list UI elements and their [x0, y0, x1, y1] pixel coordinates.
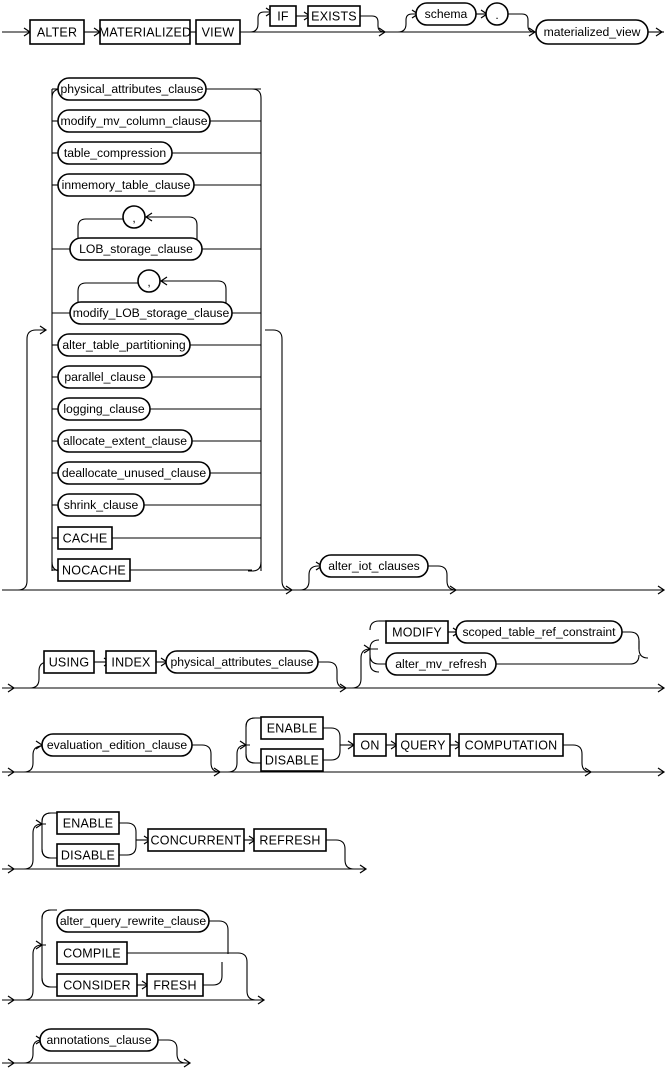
nonterminal-label-modify-mv-column-clause: modify_mv_column_clause	[61, 114, 208, 128]
keyword-label-computation: COMPUTATION	[465, 739, 558, 753]
nonterminal-label-alter-mv-refresh: alter_mv_refresh	[395, 657, 486, 671]
row-5-group: ENABLE DISABLE CONCURRENT REFRESH	[2, 811, 368, 874]
nonterminal-label-evaluation-edition-clause: evaluation_edition_clause	[47, 738, 187, 752]
nonterminal-label-materialized-view: materialized_view	[544, 25, 641, 39]
enable-join-top	[323, 727, 341, 745]
nonterminal-label-physical-attributes-clause: physical_attributes_clause	[61, 82, 204, 96]
keyword-label-enable: ENABLE	[267, 722, 318, 736]
concurrent-branch-up	[23, 823, 46, 870]
nonterminal-label-modify-lob-storage-clause: modify_LOB_storage_clause	[73, 306, 230, 320]
outer-top-right-curve	[265, 329, 283, 340]
row-3-group: USING INDEX physical_attributes_clause M…	[2, 620, 666, 693]
conc-choice-top-curve	[41, 812, 57, 823]
rewrite-exit-top	[209, 920, 229, 954]
literal-label-comma-modify-lob: ,	[147, 275, 150, 289]
keyword-label-query: QUERY	[400, 739, 446, 753]
choice-bottom-curve	[369, 654, 386, 665]
enable-choice-left-rail	[245, 717, 256, 764]
enable-choice-bottom-curve	[245, 753, 261, 764]
keyword-label-using: USING	[49, 656, 90, 670]
conc-choice-left-rail	[41, 812, 52, 859]
using-branch-down	[318, 661, 347, 689]
literal-label-dot: .	[495, 8, 498, 22]
row-2-group: physical_attributes_clause modify_mv_col…	[2, 77, 666, 595]
row-7-group: annotations_clause	[2, 1028, 192, 1068]
annotations-branch-down	[158, 1039, 187, 1064]
keyword-label-disable-2: DISABLE	[61, 849, 115, 863]
keyword-label-enable-2: ENABLE	[63, 817, 114, 831]
rewrite-branch-up	[23, 944, 46, 1001]
inner-top-right-curve	[248, 88, 262, 99]
keyword-label-alter: ALTER	[37, 26, 77, 40]
nonterminal-label-inmemory-table-clause: inmemory_table_clause	[62, 178, 191, 192]
keyword-label-modify: MODIFY	[392, 626, 442, 640]
nonterminal-label-allocate-extent-clause: allocate_extent_clause	[63, 434, 187, 448]
keyword-label-if: IF	[277, 10, 289, 24]
nonterminal-label-logging-clause: logging_clause	[63, 402, 145, 416]
if-branch-up	[249, 11, 272, 33]
keyword-label-on: ON	[360, 739, 379, 753]
outer-left-rail	[2, 329, 46, 591]
row-1-group: ALTER MATERIALIZED VIEW IF EXISTS schema	[2, 2, 664, 45]
nonterminal-label-table-compression: table_compression	[64, 146, 166, 160]
nonterminal-label-schema: schema	[425, 7, 468, 21]
keyword-label-concurrent: CONCURRENT	[151, 834, 242, 848]
concurrent-branch-down	[326, 839, 355, 870]
literal-label-comma-lob: ,	[132, 211, 135, 225]
keyword-label-consider: CONSIDER	[63, 979, 131, 993]
keyword-label-nocache: NOCACHE	[62, 564, 126, 578]
nonterminal-label-alter-table-partitioning: alter_table_partitioning	[62, 338, 185, 352]
rewrite-choice-left-rail	[41, 909, 52, 988]
row-4-group: evaluation_edition_clause ENABLE DISABLE…	[2, 716, 666, 777]
choice-top-curve	[369, 620, 386, 631]
arrow-icon	[35, 740, 44, 750]
choice-left-rail	[369, 639, 380, 673]
keyword-label-compile: COMPILE	[63, 947, 121, 961]
syntax-diagram: ALTER MATERIALIZED VIEW IF EXISTS schema	[0, 0, 668, 1074]
nonterminal-label-parallel-clause: parallel_clause	[64, 370, 146, 384]
rewrite-choice-bottom-curve	[41, 977, 57, 988]
nonterminal-label-physical-attributes-clause-2: physical_attributes_clause	[171, 655, 314, 669]
nonterminal-label-shrink-clause: shrink_clause	[64, 498, 139, 512]
evaledition-branch-up	[23, 745, 43, 773]
keyword-label-exists: EXISTS	[311, 10, 357, 24]
nonterminal-label-alter-query-rewrite-clause: alter_query_rewrite_clause	[60, 914, 207, 928]
nonterminal-label-lob-storage-clause: LOB_storage_clause	[79, 242, 193, 256]
keyword-label-refresh: REFRESH	[259, 834, 320, 848]
choice-top-exit	[622, 631, 649, 659]
evaledition-branch-down	[192, 744, 221, 773]
fresh-exit-line	[203, 962, 223, 986]
conc-choice-bottom-curve	[41, 848, 57, 859]
iot-branch-up	[299, 565, 322, 591]
conc-join-bottom	[119, 840, 137, 856]
annotations-branch-up	[23, 1039, 43, 1064]
keyword-label-view: VIEW	[202, 26, 235, 40]
nonterminal-label-deallocate-unused-clause: deallocate_unused_clause	[62, 466, 207, 480]
conc-join-top	[119, 822, 137, 840]
enable-choice-top-curve	[245, 717, 261, 728]
nonterminal-label-annotations-clause: annotations_clause	[46, 1033, 151, 1047]
mvref-branch-up	[351, 648, 378, 689]
nonterminal-label-scoped-table-ref-constraint: scoped_table_ref_constraint	[462, 625, 616, 639]
nonterminal-label-alter-iot-clauses: alter_iot_clauses	[328, 559, 419, 573]
iot-branch-down	[428, 565, 457, 591]
keyword-label-disable: DISABLE	[265, 754, 319, 768]
enable-join-bottom	[323, 745, 341, 761]
keyword-label-cache: CACHE	[63, 532, 108, 546]
keyword-label-index: INDEX	[111, 656, 151, 670]
row-6-group: alter_query_rewrite_clause COMPILE CONSI…	[2, 909, 266, 1005]
enable-branch-down	[563, 744, 592, 773]
outer-right-rail	[281, 339, 292, 591]
keyword-label-materialized: MATERIALIZED	[99, 26, 191, 40]
keyword-label-fresh: FRESH	[153, 979, 196, 993]
rewrite-branch-down	[228, 952, 257, 1001]
rewrite-choice-top-curve	[41, 909, 57, 920]
choice-bottom-exit	[496, 654, 640, 665]
